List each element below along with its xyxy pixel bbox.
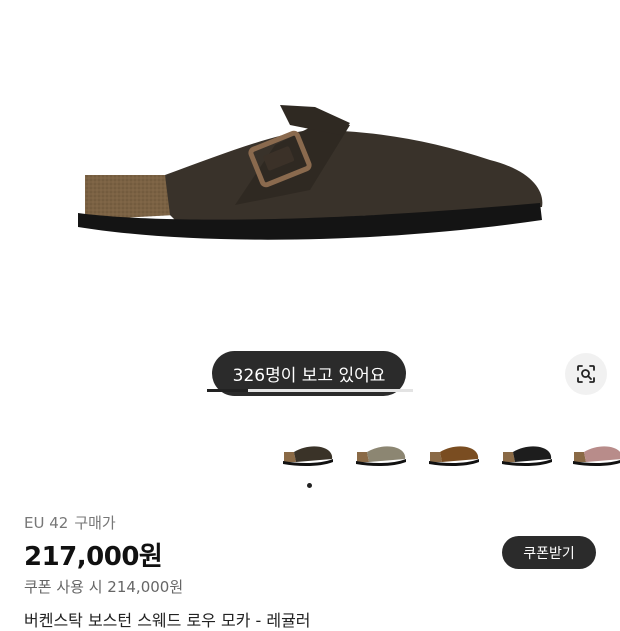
color-thumbnails <box>280 440 620 470</box>
image-search-button[interactable] <box>565 353 607 395</box>
product-name: 버켄스탁 보스턴 스웨드 로우 모카 - 레귤러 <box>24 611 311 630</box>
viewers-badge-text: 326명이 보고 있어요 <box>232 366 386 386</box>
purchase-price-label: 구매가 <box>74 514 116 532</box>
price: 217,000원 <box>24 542 163 572</box>
get-coupon-button[interactable]: 쿠폰받기 <box>502 536 596 569</box>
thumb-black[interactable] <box>499 440 559 470</box>
size-price-label: EU 42 구매가 <box>24 512 116 533</box>
carousel-progress-fill <box>207 389 249 392</box>
thumb-taupe[interactable] <box>353 440 413 470</box>
camera-search-icon <box>577 365 595 383</box>
coupon-price-note: 쿠폰 사용 시 214,000원 <box>24 578 184 596</box>
thumb-mink[interactable] <box>426 440 486 470</box>
get-coupon-label: 쿠폰받기 <box>523 545 575 562</box>
carousel-progress <box>207 389 413 392</box>
selected-size: EU 42 <box>24 514 69 532</box>
carousel-dot <box>307 483 312 488</box>
thumb-mocha[interactable] <box>280 440 340 470</box>
thumb-pink[interactable] <box>570 440 620 470</box>
product-shoe-image <box>78 105 543 240</box>
